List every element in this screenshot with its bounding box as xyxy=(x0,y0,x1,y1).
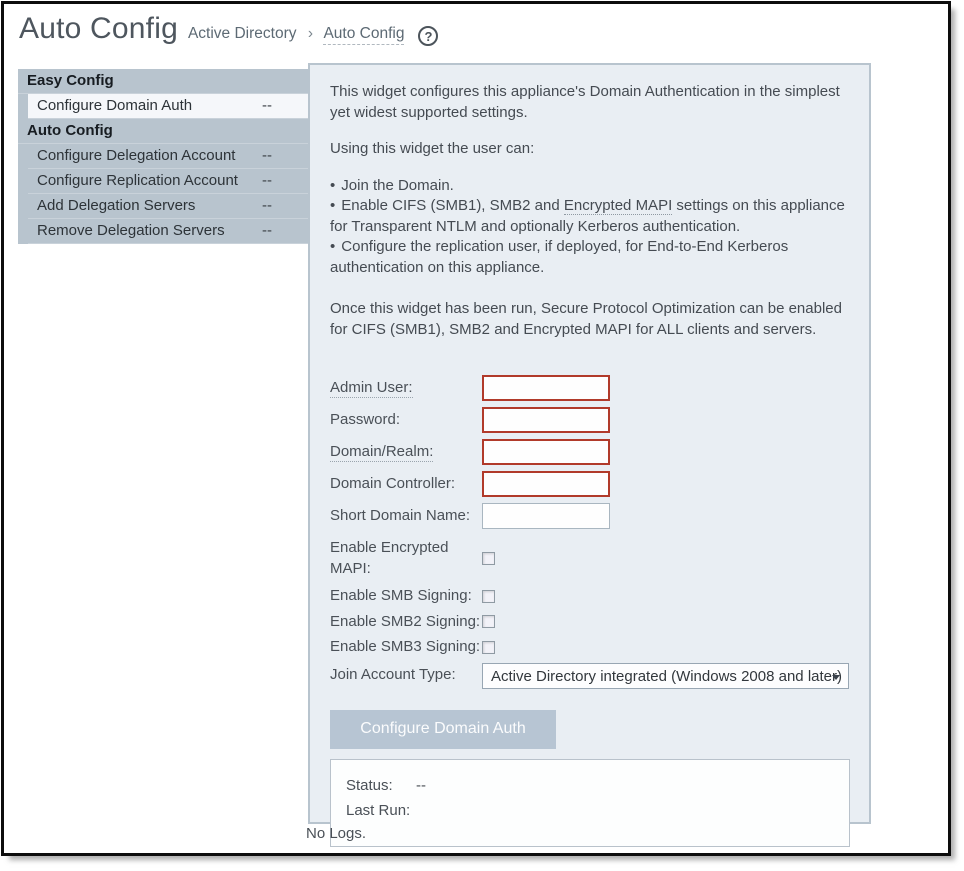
logs-empty-text: No Logs. xyxy=(306,825,366,842)
short-domain-name-label: Short Domain Name: xyxy=(330,506,482,527)
bullet-text: Enable CIFS (SMB1), SMB2 and xyxy=(341,197,564,214)
bullet-icon: • xyxy=(330,177,335,194)
sidebar-item-configure-domain-auth[interactable]: Configure Domain Auth -- xyxy=(28,94,308,119)
form-row-password: Password: xyxy=(330,407,849,433)
enable-encrypted-mapi-checkbox[interactable] xyxy=(482,552,495,565)
sidebar-item-label: Configure Delegation Account xyxy=(37,147,235,164)
admin-user-label: Admin User: xyxy=(330,378,482,399)
enable-smb3-signing-label: Enable SMB3 Signing: xyxy=(330,637,482,658)
enable-smb-signing-label: Enable SMB Signing: xyxy=(330,586,482,607)
status-label: Status: xyxy=(346,773,416,798)
form-row-enable-encrypted-mapi: Enable Encrypted MAPI: xyxy=(330,535,849,581)
bullet-text: Join the Domain. xyxy=(341,177,454,194)
bullet-replication-user: •Configure the replication user, if depl… xyxy=(330,237,849,278)
domain-controller-label: Domain Controller: xyxy=(330,474,482,495)
form-row-enable-smb2-signing: Enable SMB2 Signing: xyxy=(330,612,849,633)
breadcrumb-current[interactable]: Auto Config xyxy=(323,25,404,45)
sidebar-section-easy-config: Easy Config xyxy=(18,69,308,94)
domain-realm-field[interactable] xyxy=(482,439,610,465)
capability-list: • Join the Domain. • Enable CIFS (SMB1), S… xyxy=(330,176,849,279)
breadcrumb: Active Directory › Auto Config xyxy=(188,25,404,43)
status-panel: Status: -- Last Run: xyxy=(330,759,850,847)
form-row-admin-user: Admin User: xyxy=(330,375,849,401)
last-run-label: Last Run: xyxy=(346,798,416,823)
form-row-enable-smb3-signing: Enable SMB3 Signing: xyxy=(330,637,849,658)
form-row-domain-realm: Domain/Realm: xyxy=(330,439,849,465)
bullet-icon: • xyxy=(330,238,335,255)
form-row-join-account-type: Join Account Type: Active Directory inte… xyxy=(330,663,849,689)
form-row-domain-controller: Domain Controller: xyxy=(330,471,849,497)
sidebar-item-configure-delegation-account[interactable]: Configure Delegation Account -- xyxy=(28,144,308,169)
last-run-row: Last Run: xyxy=(346,798,834,823)
usage-heading: Using this widget the user can: xyxy=(330,139,849,160)
enable-smb2-signing-checkbox[interactable] xyxy=(482,615,495,628)
bullet-text: Configure the replication user, if deplo… xyxy=(330,238,788,276)
admin-user-field[interactable] xyxy=(482,375,610,401)
configure-domain-auth-button[interactable]: Configure Domain Auth xyxy=(330,710,556,749)
enable-smb2-signing-label: Enable SMB2 Signing: xyxy=(330,612,482,633)
sidebar-item-remove-delegation-servers[interactable]: Remove Delegation Servers -- xyxy=(28,219,308,244)
bullet-join-domain: • Join the Domain. xyxy=(330,176,849,197)
sidebar-item-label: Add Delegation Servers xyxy=(37,197,195,214)
breadcrumb-separator: › xyxy=(308,25,313,42)
page-title: Auto Config xyxy=(19,12,178,46)
short-domain-name-field[interactable] xyxy=(482,503,610,529)
enable-smb-signing-checkbox[interactable] xyxy=(482,590,495,603)
join-account-type-select[interactable]: Active Directory integrated (Windows 200… xyxy=(482,663,849,689)
domain-controller-field[interactable] xyxy=(482,471,610,497)
sidebar-item-status: -- xyxy=(262,197,300,214)
sidebar-item-add-delegation-servers[interactable]: Add Delegation Servers -- xyxy=(28,194,308,219)
breadcrumb-parent[interactable]: Active Directory xyxy=(188,25,297,42)
enable-smb3-signing-checkbox[interactable] xyxy=(482,641,495,654)
join-account-type-selected-value: Active Directory integrated (Windows 200… xyxy=(491,668,842,685)
sidebar-item-status: -- xyxy=(262,97,300,114)
sidebar-item-label: Remove Delegation Servers xyxy=(37,222,225,239)
sidebar-section-auto-config: Auto Config xyxy=(18,119,308,144)
status-row: Status: -- xyxy=(346,773,834,798)
widget-panel: This widget configures this appliance's … xyxy=(308,63,871,824)
page-header: Auto Config Active Directory › Auto Conf… xyxy=(19,12,438,46)
optimization-note: Once this widget has been run, Secure Pr… xyxy=(330,299,849,340)
chevron-down-icon xyxy=(832,675,840,680)
sidebar-item-status: -- xyxy=(262,222,300,239)
password-label: Password: xyxy=(330,410,482,431)
sidebar-item-label: Configure Domain Auth xyxy=(37,97,192,114)
password-field[interactable] xyxy=(482,407,610,433)
domain-auth-form: Admin User: Password: Domain/Realm: Doma… xyxy=(330,375,849,689)
sidebar-item-configure-replication-account[interactable]: Configure Replication Account -- xyxy=(28,169,308,194)
sidebar-item-status: -- xyxy=(262,147,300,164)
enable-encrypted-mapi-label: Enable Encrypted MAPI: xyxy=(330,537,482,579)
sidebar-item-status: -- xyxy=(262,172,300,189)
bullet-icon: • xyxy=(330,197,335,214)
widget-intro-text: This widget configures this appliance's … xyxy=(330,82,849,123)
domain-realm-label: Domain/Realm: xyxy=(330,442,482,463)
encrypted-mapi-tooltip-link[interactable]: Encrypted MAPI xyxy=(564,197,672,215)
widget-sidebar: Easy Config Configure Domain Auth -- Aut… xyxy=(18,69,308,244)
bullet-enable-protocols: • Enable CIFS (SMB1), SMB2 and Encrypted … xyxy=(330,196,849,237)
status-value: -- xyxy=(416,773,426,798)
join-account-type-label: Join Account Type: xyxy=(330,665,482,686)
app-window: Auto Config Active Directory › Auto Conf… xyxy=(1,1,951,856)
help-icon[interactable]: ? xyxy=(418,26,438,46)
form-row-short-domain-name: Short Domain Name: xyxy=(330,503,849,529)
sidebar-item-label: Configure Replication Account xyxy=(37,172,238,189)
form-row-enable-smb-signing: Enable SMB Signing: xyxy=(330,586,849,607)
